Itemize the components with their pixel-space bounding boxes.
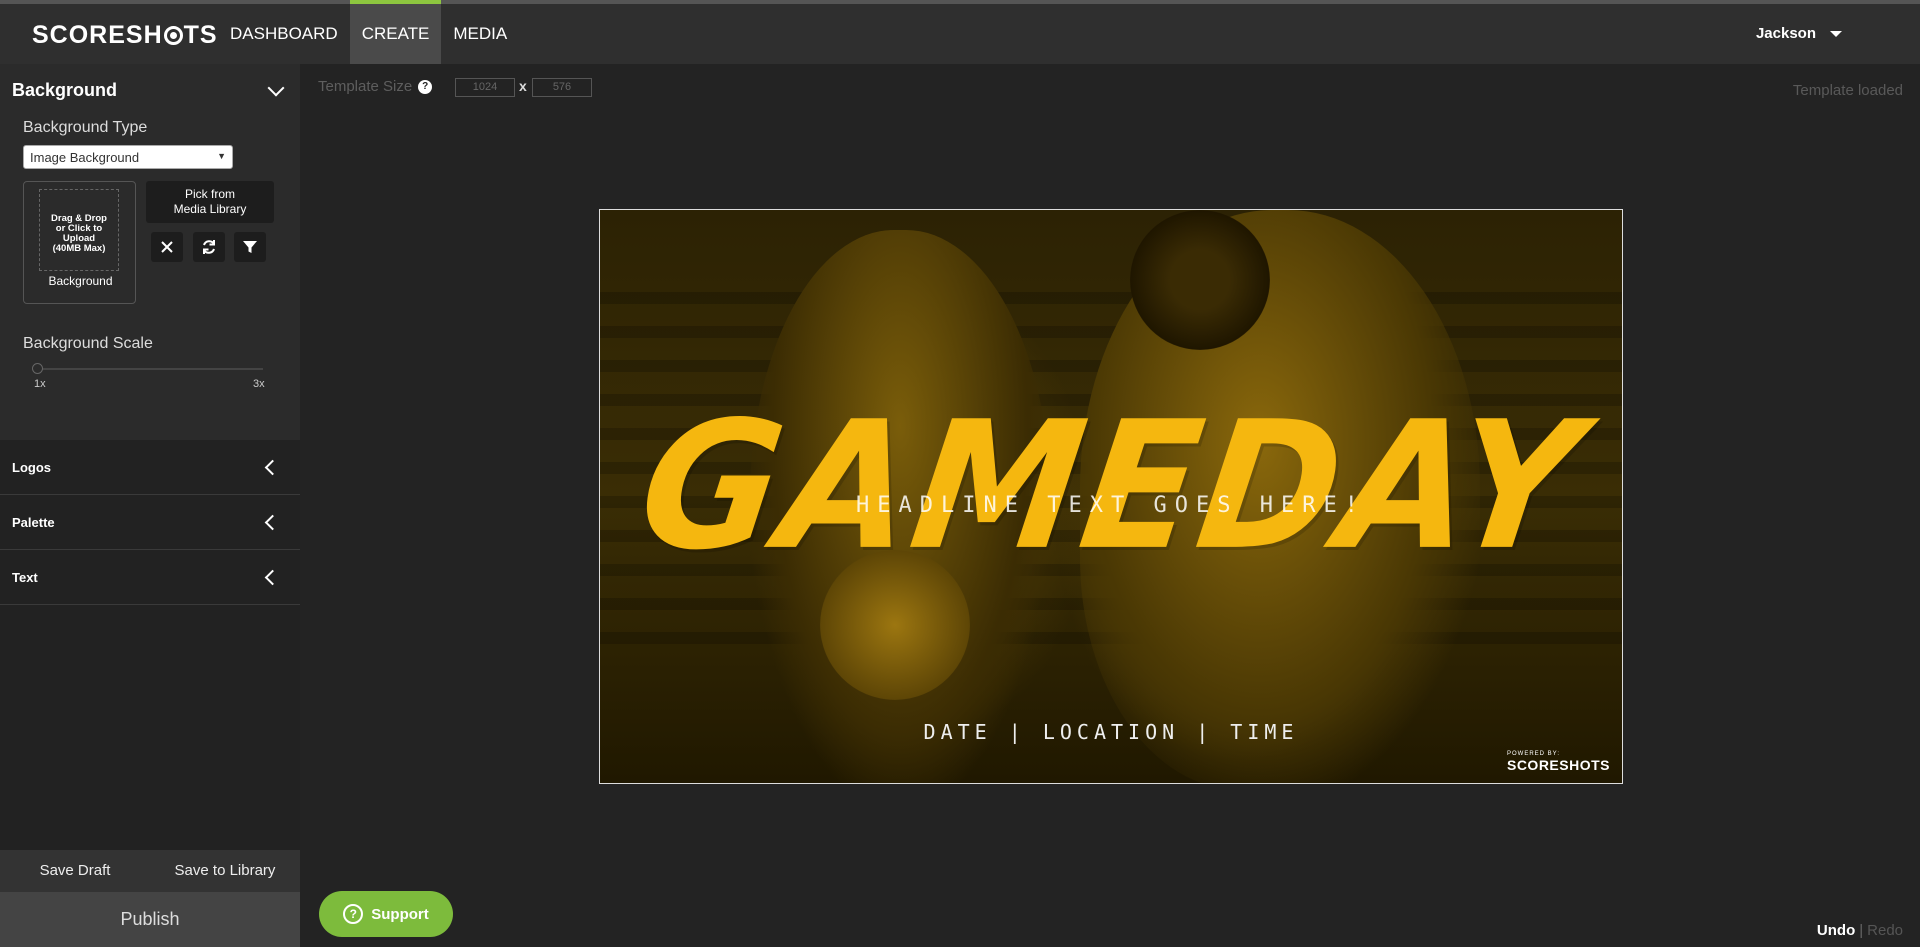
design-canvas[interactable]: GAMEDAY HEADLINE TEXT GOES HERE! DATE | …	[599, 209, 1623, 784]
save-to-library-button[interactable]: Save to Library	[150, 850, 300, 892]
support-button[interactable]: ? Support	[319, 891, 453, 937]
powered-by-logo: SCORESHOTS	[1506, 757, 1610, 773]
scale-max-label: 3x	[253, 378, 265, 390]
template-height-input[interactable]: 576	[532, 78, 592, 97]
save-draft-button[interactable]: Save Draft	[0, 850, 150, 892]
nav-create[interactable]: CREATE	[349, 0, 442, 64]
replace-background-button[interactable]	[193, 232, 225, 262]
sidebar-empty-area	[0, 605, 300, 862]
template-size: Template Size ?	[318, 78, 433, 95]
player-hair-image	[1130, 210, 1270, 350]
gameday-title[interactable]: GAMEDAY	[600, 383, 1622, 589]
publish-button[interactable]: Publish	[0, 892, 300, 947]
help-circle-icon: ?	[343, 904, 364, 924]
template-size-label: Template Size	[318, 78, 413, 95]
chevron-left-icon	[264, 569, 281, 586]
chevron-left-icon	[264, 514, 281, 531]
sidebar: Background Background Type Image Backgro…	[0, 64, 300, 947]
background-scale-slider-handle[interactable]	[32, 363, 43, 374]
upload-instructions: Drag & Drop or Click to Upload (40MB Max…	[39, 189, 119, 271]
upload-label: Background	[48, 274, 113, 288]
date-location-time-text[interactable]: DATE | LOCATION | TIME	[600, 720, 1622, 744]
close-icon	[161, 241, 173, 253]
main-nav: DASHBOARD CREATE MEDIA	[218, 0, 519, 64]
background-type-label: Background Type	[23, 119, 148, 136]
section-palette[interactable]: Palette	[0, 495, 300, 550]
caret-down-icon	[1830, 30, 1842, 37]
background-upload-dropzone[interactable]: Drag & Drop or Click to Upload (40MB Max…	[23, 181, 136, 304]
template-status: Template loaded	[1792, 82, 1903, 99]
filter-icon	[243, 241, 257, 253]
pick-from-media-library-button[interactable]: Pick from Media Library	[146, 181, 274, 223]
logo-text-suffix: TS	[183, 21, 218, 49]
chevron-left-icon	[264, 459, 281, 476]
background-panel-title[interactable]: Background	[12, 80, 117, 101]
background-type-value: Image Background	[30, 150, 140, 165]
top-bar: SCORESH TS DASHBOARD CREATE MEDIA Jackson	[0, 0, 1920, 64]
chevron-down-icon[interactable]	[267, 79, 285, 97]
refresh-icon	[203, 240, 215, 254]
headline-text[interactable]: HEADLINE TEXT GOES HERE!	[600, 493, 1622, 518]
scale-min-label: 1x	[34, 378, 46, 390]
section-logos-label: Logos	[12, 460, 51, 475]
background-type-select[interactable]: Image Background ▼	[23, 145, 233, 169]
filter-background-button[interactable]	[234, 232, 266, 262]
pick-line2: Media Library	[173, 202, 247, 216]
section-text[interactable]: Text	[0, 550, 300, 605]
background-scale-track[interactable]	[37, 368, 263, 370]
redo-button[interactable]: Redo	[1867, 922, 1903, 939]
section-text-label: Text	[12, 570, 38, 585]
upload-text-line2: or Click to Upload	[55, 223, 103, 244]
upload-text-line3: (40MB Max)	[52, 243, 106, 254]
user-name: Jackson	[1755, 25, 1816, 42]
undo-redo-separator: |	[1859, 922, 1864, 939]
section-palette-label: Palette	[12, 515, 55, 530]
section-logos[interactable]: Logos	[0, 440, 300, 495]
pick-line1: Pick from	[184, 187, 235, 201]
template-width-input[interactable]: 1024	[455, 78, 515, 97]
user-menu[interactable]: Jackson	[1756, 25, 1842, 42]
undo-button[interactable]: Undo	[1817, 922, 1855, 939]
dimension-separator: x	[519, 78, 527, 94]
select-arrow-icon: ▼	[217, 151, 226, 161]
undo-redo: Undo | Redo	[1817, 922, 1903, 939]
nav-dashboard[interactable]: DASHBOARD	[218, 4, 350, 64]
remove-background-button[interactable]	[151, 232, 183, 262]
background-scale-label: Background Scale	[23, 335, 153, 352]
save-actions: Save Draft Save to Library	[0, 850, 300, 892]
logo-o-icon	[163, 26, 183, 45]
background-panel: Background Background Type Image Backgro…	[0, 64, 300, 440]
support-label: Support	[371, 905, 429, 923]
logo-text: SCORESH	[32, 21, 163, 49]
help-icon[interactable]: ?	[418, 79, 433, 94]
scoreshots-logo[interactable]: SCORESH TS	[32, 21, 218, 50]
powered-by-badge: POWERED BY: SCORESHOTS	[1507, 751, 1610, 773]
nav-media[interactable]: MEDIA	[441, 4, 519, 64]
